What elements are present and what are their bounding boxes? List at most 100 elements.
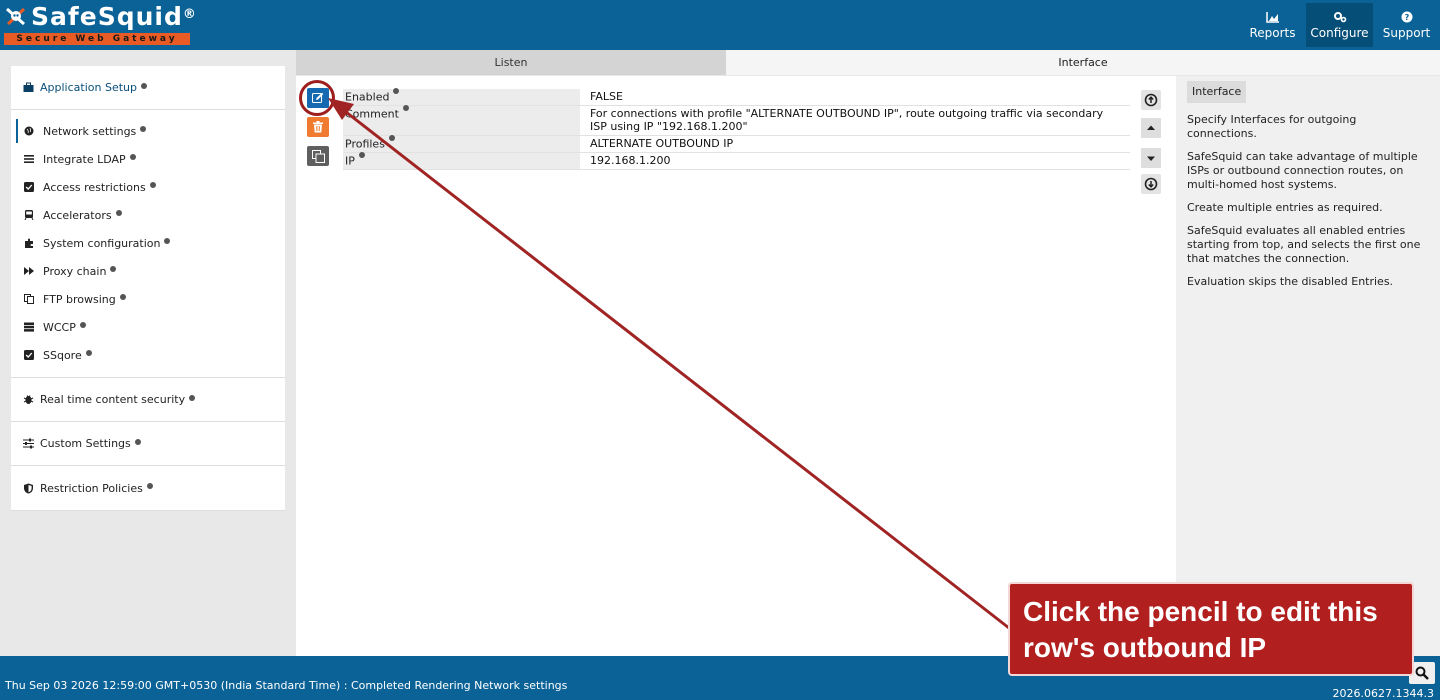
checkbox-icon [24,350,34,360]
delete-entry-button[interactable] [307,117,329,137]
tab-bar: Listen Interface [296,50,1440,75]
field-label: Comment [343,105,580,135]
trash-icon [313,121,323,133]
entry-fields: Enabled FALSE Comment For connections wi… [343,88,1130,170]
sidebar-item-label: Proxy chain [43,264,107,278]
restriction-policies-label: Restriction Policies [40,481,143,495]
help-paragraph: Specify Interfaces for outgoing connecti… [1187,113,1357,140]
shield-icon [24,483,33,493]
sliders-icon [23,438,34,449]
sidebar-item-label: FTP browsing [43,292,116,306]
sidebar-item-label: Access restrictions [43,180,146,194]
nav-support-label: Support [1382,25,1431,40]
sidebar-item-label: WCCP [43,320,76,334]
nav-configure[interactable]: Configure [1306,3,1373,47]
field-label: IP [343,152,580,169]
top-header: SafeSquid® Secure Web Gateway Reports Co… [0,0,1440,50]
info-icon [149,182,156,188]
search-icon [1415,666,1429,680]
info-icon [164,238,171,244]
custom-settings-label: Custom Settings [40,437,131,450]
field-label: Enabled [343,88,580,105]
field-row-comment: Comment For connections with profile "AL… [343,105,1130,136]
help-paragraph: Evaluation skips the disabled Entries. [1187,275,1394,288]
realtime-label: Real time content security [40,393,186,406]
sidebar-item-access-restrictions[interactable]: Access restrictions [11,173,285,201]
help-paragraph: SafeSquid can take advantage of multiple… [1187,150,1418,191]
move-down-button[interactable] [1141,148,1161,168]
field-value: FALSE [590,90,623,103]
sidebar-item-label: Integrate LDAP [43,152,126,166]
field-label: Profiles [343,135,580,152]
svg-text:?: ? [1404,13,1409,22]
version-text: 2026.0627.1344.3 [1332,687,1434,700]
top-navigation: Reports Configure ? Support [1239,3,1440,47]
field-value: 192.168.1.200 [590,154,671,167]
nav-configure-label: Configure [1310,25,1369,40]
info-icon [134,438,141,445]
sidebar-item-wccp[interactable]: WCCP [11,313,285,341]
caret-down-icon [1147,156,1155,161]
entries-panel: Enabled FALSE Comment For connections wi… [296,76,1176,656]
duplicate-entry-button[interactable] [307,146,329,166]
help-title: Interface [1187,81,1247,103]
circle-arrow-down-icon [1144,177,1158,191]
move-to-bottom-button[interactable] [1141,174,1161,194]
info-icon [402,105,409,111]
sidebar-section-application-setup[interactable]: Application Setup [11,66,285,110]
field-value: For connections with profile "ALTERNATE … [590,107,1104,133]
train-icon [24,210,34,220]
info-icon [140,126,147,132]
info-icon [140,82,147,89]
field-row-profiles: Profiles ALTERNATE OUTBOUND IP [343,135,1130,153]
help-panel: Interface Specify Interfaces for outgoin… [1176,76,1440,656]
nav-support[interactable]: ? Support [1373,3,1440,47]
sidebar-item-integrate-ldap[interactable]: Integrate LDAP [11,145,285,173]
info-icon [110,266,117,272]
chart-icon [1265,11,1279,23]
puzzle-icon [25,238,33,248]
move-up-button[interactable] [1141,118,1161,138]
bug-icon [23,395,34,404]
info-icon [358,152,365,158]
highlight-circle [299,80,335,116]
nav-reports-label: Reports [1249,25,1296,40]
sidebar-section-restriction-policies[interactable]: Restriction Policies [11,466,285,511]
annotation-callout: Click the pencil to edit this row's outb… [1008,582,1414,676]
list-icon [24,155,34,163]
sidebar-item-system-configuration[interactable]: System configuration [11,229,285,257]
caret-up-icon [1147,125,1155,130]
tab-listen[interactable]: Listen [296,50,726,75]
copy-icon [311,149,325,163]
nav-reports[interactable]: Reports [1239,3,1306,47]
help-paragraph: Create multiple entries as required. [1187,201,1383,214]
files-icon [24,294,34,304]
sidebar-section-custom-settings[interactable]: Custom Settings [11,422,285,466]
fast-forward-icon [24,267,34,275]
info-icon [119,294,126,300]
safesquid-logo[interactable]: SafeSquid® Secure Web Gateway [4,2,196,46]
sidebar-item-proxy-chain[interactable]: Proxy chain [11,257,285,285]
brand-tagline: Secure Web Gateway [4,33,190,45]
checkbox-icon [24,182,34,192]
globe-icon [24,126,34,136]
sidebar-item-ssqore[interactable]: SSqore [11,341,285,369]
sidebar-item-accelerators[interactable]: Accelerators [11,201,285,229]
callout-line-2: row's outbound IP [1023,632,1267,663]
status-text: Thu Sep 03 2026 12:59:00 GMT+0530 (India… [5,679,568,692]
sidebar-item-label: Accelerators [43,208,112,222]
callout-line-1: Click the pencil to edit this [1023,596,1378,627]
info-icon [79,322,86,328]
info-icon [115,210,122,216]
sidebar-section-real-time-content-security[interactable]: Real time content security [11,378,285,422]
cogs-icon [1333,11,1346,22]
question-icon: ? [1401,11,1412,22]
move-to-top-button[interactable] [1141,90,1161,110]
tab-interface[interactable]: Interface [726,50,1440,75]
briefcase-icon [23,82,34,92]
brand-name: SafeSquid® [31,2,197,31]
sidebar-item-ftp-browsing[interactable]: FTP browsing [11,285,285,313]
sidebar-item-network-settings[interactable]: Network settings [11,117,285,145]
sidebar-item-label: SSqore [43,348,82,362]
info-icon [85,350,92,356]
